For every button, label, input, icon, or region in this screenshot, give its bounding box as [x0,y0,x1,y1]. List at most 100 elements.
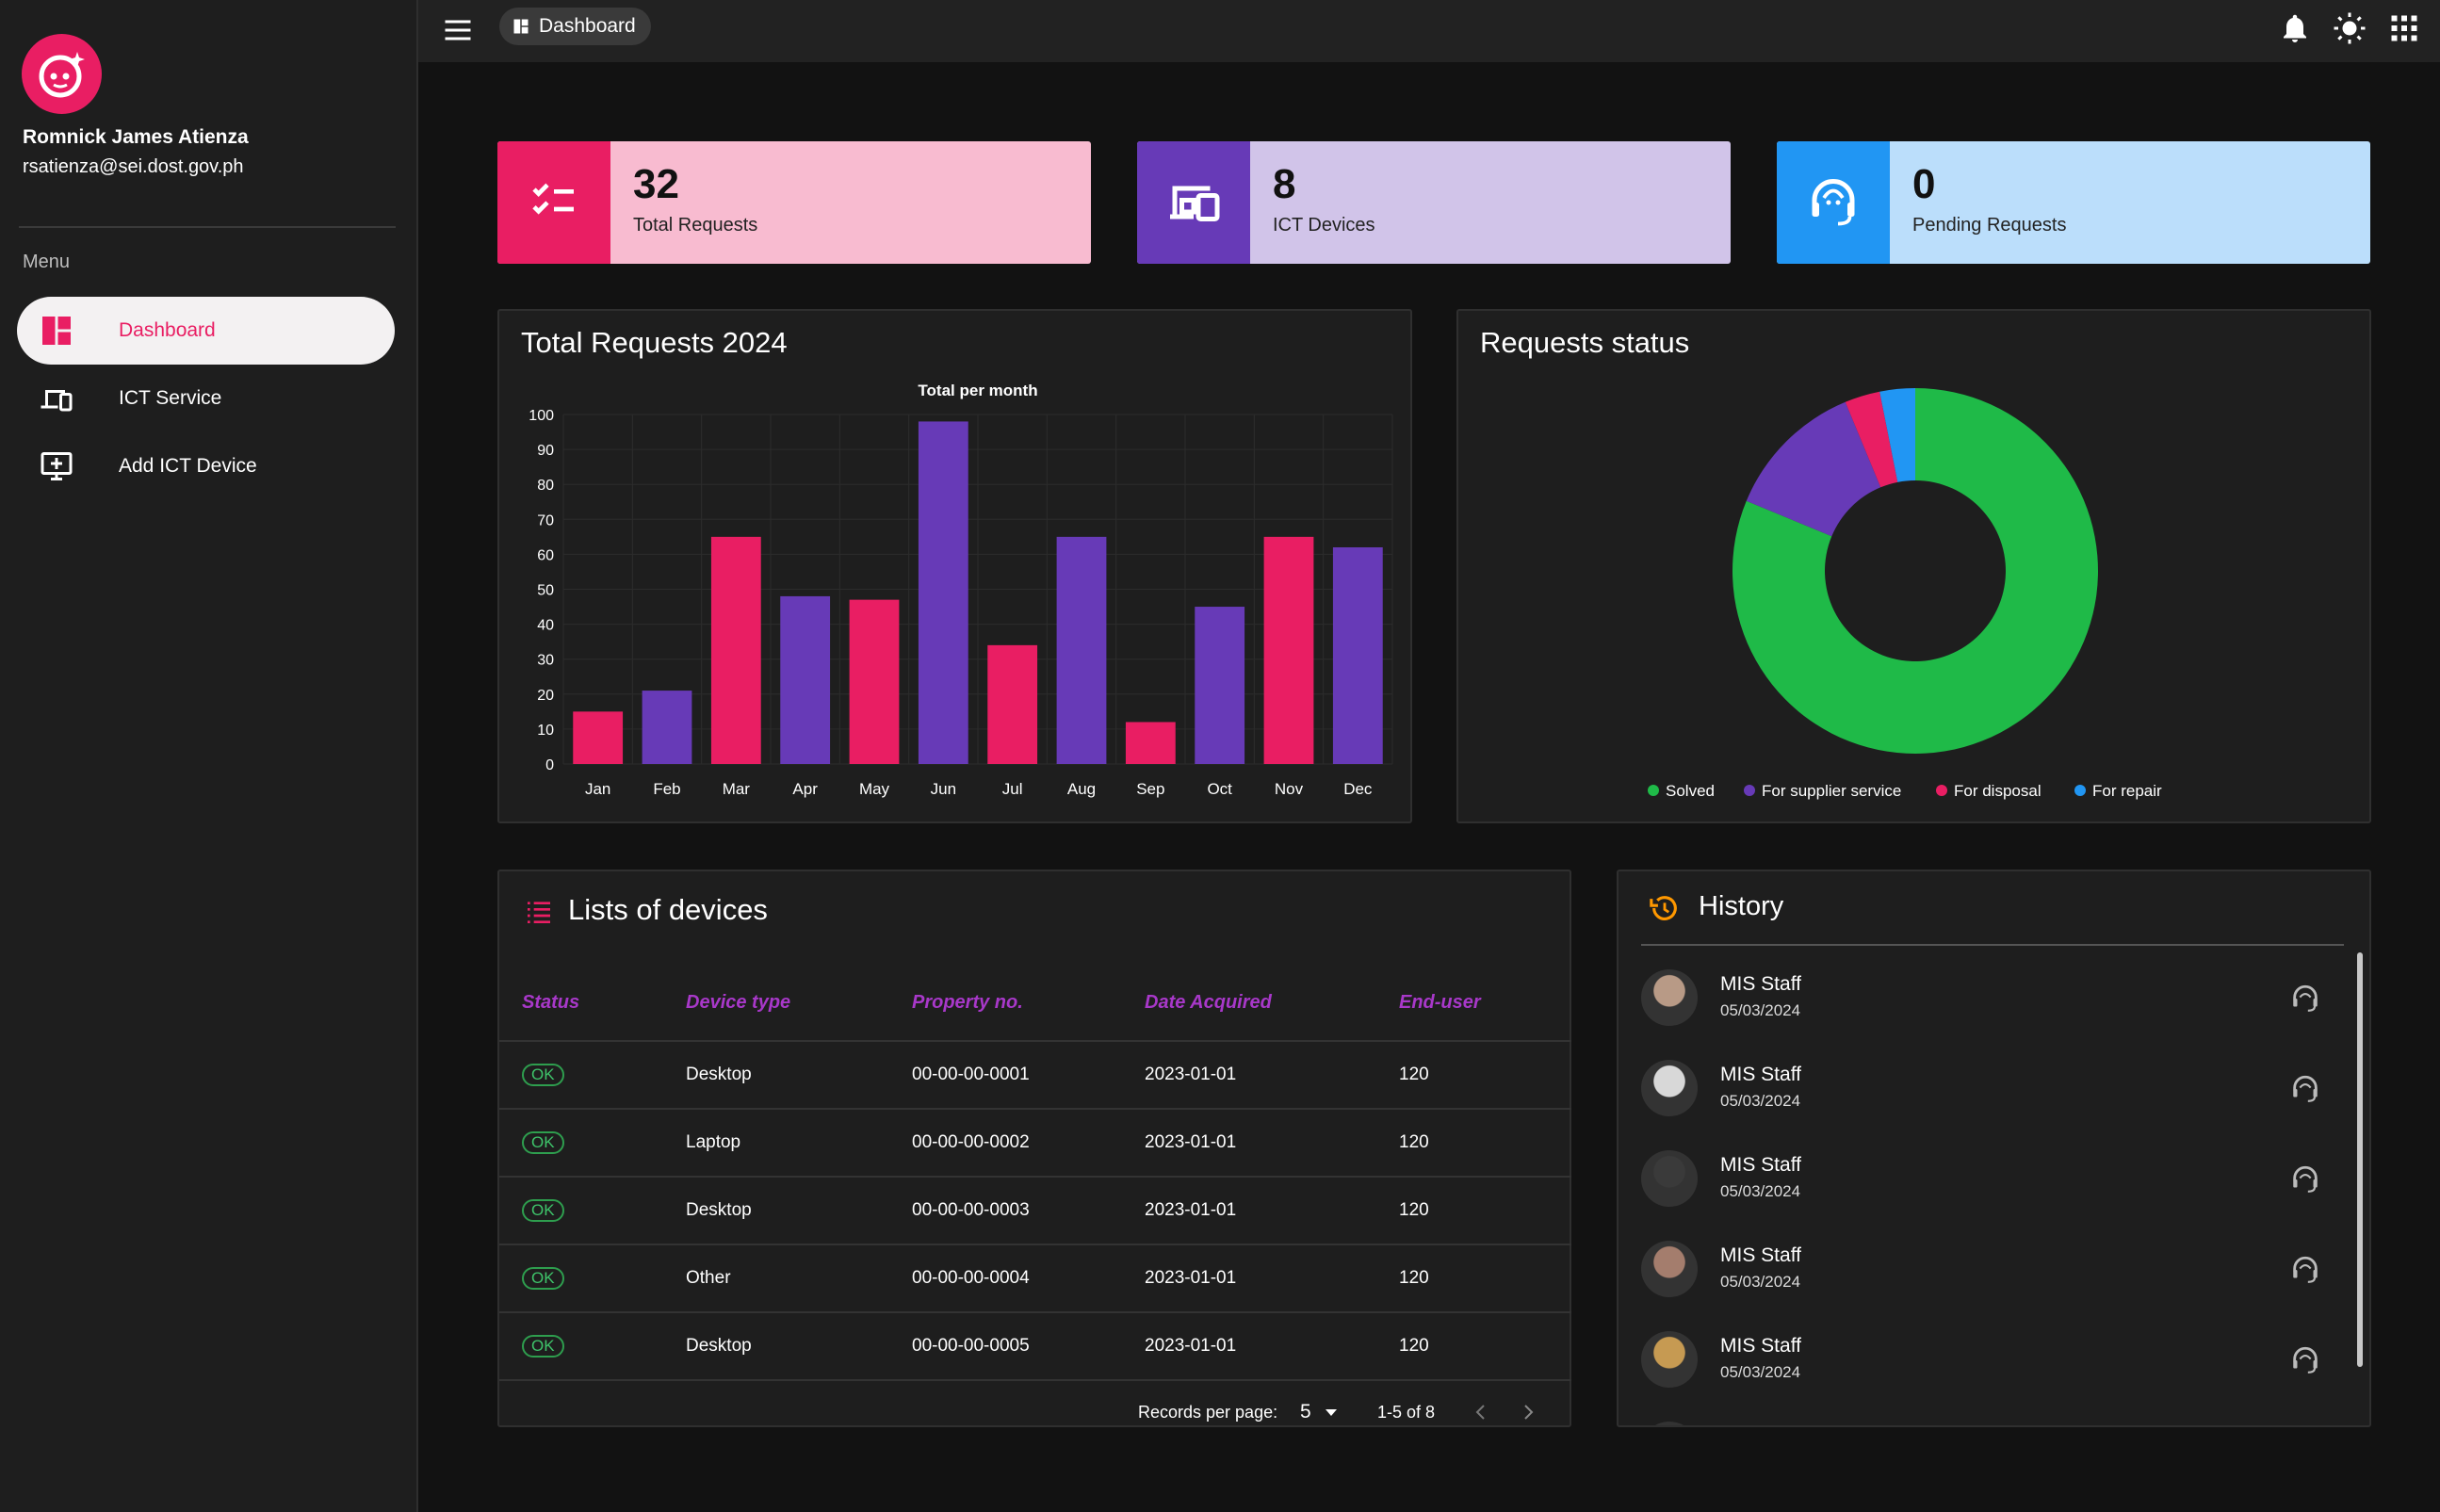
y-tick-label: 30 [537,653,554,669]
history-item[interactable]: MIS Staff 05/03/2024 [1641,1318,2357,1408]
device-type-cell: Other [663,1244,889,1312]
stat-value: 8 [1273,161,1296,207]
date-acquired-cell: 2023-01-01 [1122,1311,1376,1381]
x-tick-label: Jan [585,780,610,798]
bar[interactable] [780,595,831,764]
support-agent-icon[interactable] [2289,1344,2321,1376]
date-acquired-cell: 2023-01-01 [1122,1244,1376,1312]
sidebar-item-ict-service[interactable]: ICT Service [17,365,395,432]
support-agent-icon[interactable] [2289,1073,2321,1105]
history-item[interactable]: MIS Staff 05/03/2024 [1641,1047,2357,1137]
checklist-icon [532,183,574,215]
devices-table: Status Device type Property no. Date Acq… [499,966,1571,1381]
bar[interactable] [849,599,900,764]
next-page-icon[interactable] [1517,1399,1539,1425]
legend-label[interactable]: For repair [2092,782,2162,800]
bar[interactable] [1125,722,1176,764]
dropdown-arrow-icon [1325,1409,1337,1416]
legend-marker [1744,785,1755,796]
status-badge: OK [522,1199,564,1222]
support-agent-icon[interactable] [2289,1254,2321,1286]
table-row[interactable]: OK Other 00-00-00-0004 2023-01-01 120 [499,1244,1571,1312]
column-header-status[interactable]: Status [499,966,663,1041]
legend-marker [2074,785,2086,796]
list-icon [528,902,550,923]
date-acquired-cell: 2023-01-01 [1122,1176,1376,1244]
support-agent-icon[interactable] [2289,1163,2321,1195]
device-type-cell: Laptop [663,1108,889,1177]
x-tick-label: Jul [1002,780,1023,798]
requests-status-panel: Requests status Solved For supplier servi… [1456,309,2371,823]
avatar [1641,1060,1698,1116]
status-cell: OK [499,1176,663,1244]
column-header-date-acquired[interactable]: Date Acquired [1122,966,1376,1041]
y-tick-label: 70 [537,512,554,528]
history-item[interactable]: MIS Staff 05/03/2024 [1641,1227,2357,1318]
stat-card-ict-devices[interactable]: 8 ICT Devices [1137,141,1731,264]
status-cell: OK [499,1244,663,1312]
devices-icon [41,390,73,412]
devices-icon [1170,186,1220,221]
bar[interactable] [1332,546,1383,764]
history-user-name: MIS Staff [1720,973,1801,995]
stat-icon-box [497,141,610,264]
history-item[interactable]: MIS Staff 05/03/2024 [1641,1137,2357,1227]
y-tick-label: 50 [537,583,554,599]
previous-page-icon[interactable] [1470,1399,1492,1425]
table-row[interactable]: OK Desktop 00-00-00-0005 2023-01-01 120 [499,1311,1571,1381]
legend-label[interactable]: For disposal [1954,782,2041,800]
y-tick-label: 20 [537,688,554,704]
bar[interactable] [918,421,968,764]
table-row[interactable]: OK Desktop 00-00-00-0001 2023-01-01 120 [499,1040,1571,1109]
x-tick-label: Sep [1136,780,1164,798]
property-no-cell: 00-00-00-0003 [889,1176,1122,1244]
brightness-icon[interactable] [2333,11,2367,45]
table-row[interactable]: OK Desktop 00-00-00-0003 2023-01-01 120 [499,1176,1571,1244]
history-date: 05/03/2024 [1720,1001,1801,1019]
stat-value: 0 [1912,161,1936,207]
stat-card-pending-requests[interactable]: 0 Pending Requests [1777,141,2370,264]
hamburger-menu-icon[interactable] [441,13,475,47]
bar[interactable] [1263,536,1314,764]
x-tick-label: Dec [1343,780,1373,798]
y-tick-label: 80 [537,478,554,494]
history-item[interactable]: MIS Staff 05/03/2024 [1641,956,2357,1047]
menu-label: Menu [23,252,71,272]
bar[interactable] [987,644,1038,764]
status-cell: OK [499,1311,663,1381]
bar[interactable] [710,536,761,764]
table-header-row: Status Device type Property no. Date Acq… [499,966,1571,1041]
column-header-property-no[interactable]: Property no. [889,966,1122,1041]
breadcrumb[interactable]: Dashboard [499,8,651,45]
app-logo[interactable] [22,34,102,114]
x-tick-label: Apr [792,780,818,798]
property-no-cell: 00-00-00-0004 [889,1244,1122,1312]
support-agent-icon[interactable] [2289,983,2321,1015]
legend-label[interactable]: Solved [1666,782,1715,800]
column-header-end-user[interactable]: End-user [1376,966,1571,1041]
user-name: Romnick James Atienza [23,126,249,148]
status-badge: OK [522,1267,564,1290]
avatar [1641,1241,1698,1297]
panel-title: History [1699,891,1784,921]
apps-grid-icon[interactable] [2387,11,2421,45]
history-item[interactable]: MIS Staff [1641,1408,2357,1425]
bar[interactable] [642,691,692,764]
bar[interactable] [1056,536,1107,764]
bar[interactable] [573,711,624,764]
column-header-device-type[interactable]: Device type [663,966,889,1041]
y-tick-label: 10 [537,723,554,739]
stat-card-total-requests[interactable]: 32 Total Requests [497,141,1091,264]
table-row[interactable]: OK Laptop 00-00-00-0002 2023-01-01 120 [499,1108,1571,1177]
bell-icon[interactable] [2278,11,2312,45]
sidebar-item-add-ict-device[interactable]: Add ICT Device [17,432,395,500]
legend-label[interactable]: For supplier service [1762,782,1901,800]
bar[interactable] [1195,607,1245,764]
records-per-page-select[interactable]: 5 [1300,1401,1338,1423]
property-no-cell: 00-00-00-0001 [889,1040,1122,1109]
sidebar-item-label: Dashboard [119,319,216,341]
top-app-bar: Dashboard [418,0,2440,62]
x-tick-label: Feb [653,780,680,798]
sidebar-item-dashboard[interactable]: Dashboard [17,297,395,365]
status-cell: OK [499,1108,663,1177]
